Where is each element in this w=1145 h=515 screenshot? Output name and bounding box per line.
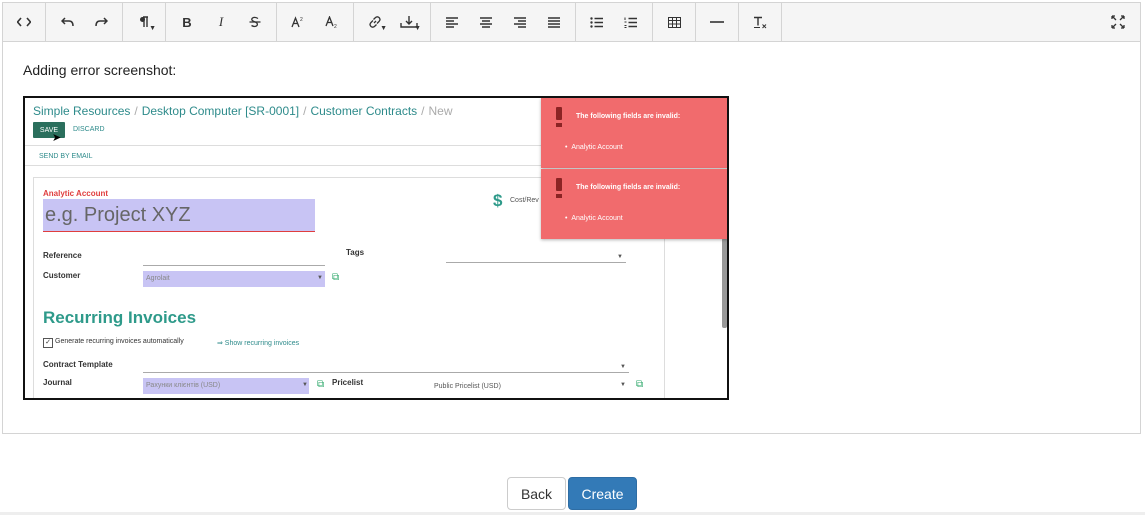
error-title: The following fields are invalid: [576,184,681,191]
error-item: • Analytic Account [565,144,623,151]
breadcrumb-item: Desktop Computer [SR-0001] [141,104,300,118]
back-button[interactable]: Back [507,477,566,510]
analytic-account-label: Analytic Account [43,189,109,198]
italic-button[interactable]: I [204,3,238,41]
fullscreen-icon[interactable] [1096,3,1140,41]
bold-button[interactable]: B [170,3,204,41]
error-item-text: Analytic Account [571,144,623,151]
scrollbar [722,238,727,328]
tags-label: Tags [346,248,365,257]
external-link-icon: ⧉ [317,379,325,390]
tags-field [446,262,626,263]
create-button[interactable]: Create [568,477,637,510]
analytic-account-field: e.g. Project XYZ [43,199,315,232]
external-link-icon: ⧉ [332,272,340,283]
chevron-down-icon: ▼ [317,275,323,281]
breadcrumb-item: New [428,104,453,118]
editor-content[interactable]: Adding error screenshot: Simple Resource… [3,42,1140,433]
embedded-screenshot: Simple Resources / Desktop Computer [SR-00… [23,96,729,400]
svg-text:2: 2 [300,17,303,23]
link-icon[interactable]: ▼ [358,3,392,41]
pricelist-field: Public Pricelist (USD) [434,383,501,390]
align-center-icon[interactable] [469,3,503,41]
redo-icon[interactable] [84,3,118,41]
recurring-invoices-heading: Recurring Invoices [43,308,197,327]
body-paragraph: Adding error screenshot: [23,62,177,78]
clear-format-icon[interactable] [743,3,777,41]
superscript-icon[interactable]: 2 [281,3,315,41]
screenshot-discard-button: DISCARD [73,126,105,133]
exclamation-icon [556,107,562,127]
breadcrumb-item: Simple Resources [33,104,131,118]
chevron-down-icon: ▼ [620,382,626,388]
rich-text-editor: ▼ B I 2 2 ▼ ▼ Adding error screenshot: S… [2,2,1141,434]
contract-template-label: Contract Template [43,360,113,369]
insert-icon[interactable]: ▼ [392,3,426,41]
svg-text:2: 2 [334,24,337,28]
italic-icon: I [218,14,224,29]
generate-recurring-label: Generate recurring invoices automaticall… [55,338,184,345]
cost-revenue-label: Cost/Rev [510,197,539,204]
table-icon[interactable] [657,3,691,41]
chevron-down-icon: ▼ [302,382,308,388]
screenshot-send-email-button: SEND BY EMAIL [39,153,93,160]
bullet-list-icon[interactable] [580,3,614,41]
undo-icon[interactable] [50,3,84,41]
mouse-cursor-icon: ➤ [52,132,62,144]
paragraph-icon[interactable]: ▼ [127,3,161,41]
breadcrumb: Simple Resources / Desktop Computer [SR-00… [33,104,453,118]
chevron-down-icon: ▼ [149,25,156,32]
checkbox-checked-icon: ✓ [43,338,53,348]
subscript-icon[interactable]: 2 [315,3,349,41]
chevron-down-icon: ▼ [620,364,626,370]
align-justify-icon[interactable] [537,3,571,41]
journal-label: Journal [43,378,72,387]
breadcrumb-item: Customer Contracts [310,104,418,118]
error-notification: The following fields are invalid: • Anal… [541,98,727,168]
error-title: The following fields are invalid: [576,113,681,120]
error-item-text: Analytic Account [571,215,623,222]
chevron-down-icon: ▼ [380,25,387,32]
customer-label: Customer [43,271,81,280]
show-recurring-link: ⇒ Show recurring invoices [217,340,300,347]
pricelist-label: Pricelist [332,378,364,387]
bold-icon: B [182,14,192,30]
reference-field [143,265,325,266]
strikethrough-icon[interactable] [238,3,272,41]
align-right-icon[interactable] [503,3,537,41]
customer-field: Agrolait [143,271,325,287]
journal-field: Рахунки клієнтів (USD) [143,378,309,394]
external-link-icon: ⧉ [636,379,644,390]
horizontal-rule-icon[interactable] [700,3,734,41]
chevron-down-icon: ▼ [414,25,421,32]
align-left-icon[interactable] [435,3,469,41]
exclamation-icon [556,178,562,198]
chevron-down-icon: ▼ [617,254,623,260]
reference-label: Reference [43,251,82,260]
error-notification: The following fields are invalid: • Anal… [541,169,727,239]
code-view-icon[interactable] [7,3,41,41]
contract-template-field [143,372,629,373]
numbered-list-icon[interactable] [614,3,648,41]
error-item: • Analytic Account [565,215,623,222]
dollar-icon: $ [493,191,503,210]
editor-toolbar: ▼ B I 2 2 ▼ ▼ [3,3,1140,42]
